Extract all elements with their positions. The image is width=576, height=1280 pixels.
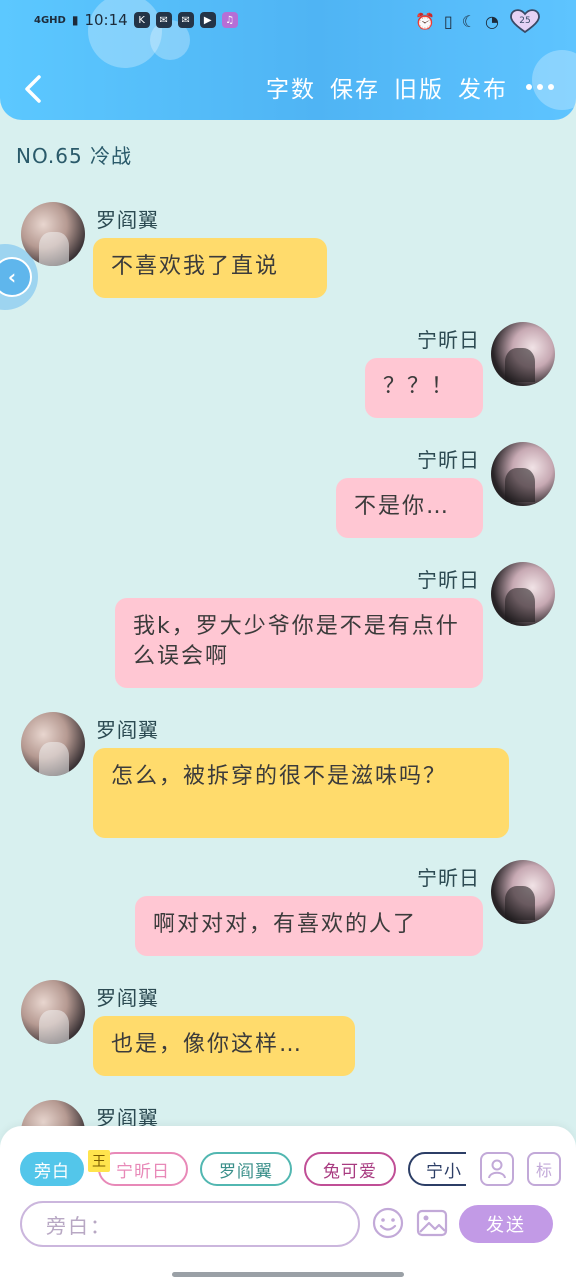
mark-button[interactable]: 标 — [527, 1152, 561, 1186]
battery-level: 25 — [519, 16, 531, 26]
avatar[interactable] — [21, 712, 85, 776]
status-bar: 4GHD ▮ 10:14 K ✉ ✉ ▶ ♫ ⏰ ▯ ☾ ◔ 25 — [0, 0, 576, 44]
message-bubble[interactable]: 我k，罗大少爷你是不是有点什么误会啊 — [115, 598, 483, 688]
image-button[interactable] — [414, 1205, 450, 1241]
sender-name: 罗阎翼 — [96, 986, 159, 1010]
avatar[interactable] — [21, 980, 85, 1044]
role-chip-narrator[interactable]: 旁白 — [20, 1152, 84, 1186]
role-chip[interactable]: 宁小 — [408, 1152, 466, 1186]
avatar[interactable] — [491, 442, 555, 506]
word-count-button[interactable]: 字数 — [266, 70, 316, 104]
battery-icon: 25 — [508, 8, 542, 34]
signal-icon: ▮ — [71, 13, 79, 27]
sender-name: 罗阎翼 — [96, 718, 159, 742]
smiley-icon — [372, 1207, 404, 1239]
home-indicator[interactable] — [172, 1272, 404, 1277]
chevron-left-icon — [25, 75, 41, 103]
publish-button[interactable]: 发布 — [458, 70, 508, 104]
sender-name: 宁昕日 — [417, 568, 480, 592]
vibrate-icon: ▯ — [443, 11, 453, 31]
app-header: 4GHD ▮ 10:14 K ✉ ✉ ▶ ♫ ⏰ ▯ ☾ ◔ 25 字数 保存 … — [0, 0, 576, 120]
wifi-icon: ◔ — [485, 11, 499, 31]
message-input[interactable]: 旁白： — [20, 1201, 360, 1247]
save-button[interactable]: 保存 — [330, 70, 380, 104]
message-bubble[interactable]: 不是你… — [336, 478, 483, 538]
app-k-icon: K — [133, 12, 150, 28]
music-app-icon: ♫ — [221, 12, 238, 28]
chapter-title: NO.65 冷战 — [16, 144, 133, 168]
more-menu-button[interactable] — [522, 84, 554, 90]
mail-icon: ✉ — [177, 12, 194, 28]
alarm-icon: ⏰ — [414, 11, 435, 31]
sender-name: 宁昕日 — [417, 866, 480, 890]
role-chip[interactable]: 宁昕日 — [98, 1152, 188, 1186]
avatar[interactable] — [491, 562, 555, 626]
message-bubble[interactable]: 不喜欢我了直说 — [93, 238, 327, 298]
message-bubble[interactable]: 也是，像你这样… — [93, 1016, 355, 1076]
chat-area[interactable]: 罗阎翼 不喜欢我了直说 宁昕日 ？？！ 宁昕日 不是你… 宁昕日 我k，罗大少爷… — [0, 190, 576, 1130]
role-chip[interactable]: 兔可爱 — [304, 1152, 396, 1186]
back-button[interactable] — [18, 70, 48, 108]
image-icon — [416, 1209, 448, 1237]
avatar[interactable] — [491, 860, 555, 924]
person-icon — [488, 1159, 506, 1179]
emoji-button[interactable] — [370, 1205, 406, 1241]
old-version-button[interactable]: 旧版 — [394, 70, 444, 104]
nav-bar: 字数 保存 旧版 发布 — [0, 62, 576, 118]
sender-name: 宁昕日 — [417, 448, 480, 472]
network-indicator: 4GHD — [34, 14, 66, 26]
moon-icon: ☾ — [461, 11, 477, 31]
avatar[interactable] — [491, 322, 555, 386]
role-selector[interactable]: 旁白 宁昕日 罗阎翼 兔可爱 宁小 — [20, 1152, 466, 1188]
chevron-left-icon: ‹ — [0, 257, 32, 297]
character-manage-button[interactable] — [480, 1152, 514, 1186]
message-bubble[interactable]: ？？！ — [365, 358, 483, 418]
play-icon: ▶ — [199, 12, 216, 28]
sender-name: 罗阎翼 — [96, 208, 159, 232]
message-bubble[interactable]: 怎么，被拆穿的很不是滋味吗？ — [93, 748, 509, 838]
role-badge: 王 — [88, 1150, 110, 1172]
mail-icon: ✉ — [155, 12, 172, 28]
message-bubble[interactable]: 啊对对对，有喜欢的人了 — [135, 896, 483, 956]
role-chip[interactable]: 罗阎翼 — [200, 1152, 292, 1186]
send-button[interactable]: 发送 — [459, 1205, 553, 1243]
sender-name: 宁昕日 — [417, 328, 480, 352]
clock: 10:14 — [84, 11, 128, 29]
